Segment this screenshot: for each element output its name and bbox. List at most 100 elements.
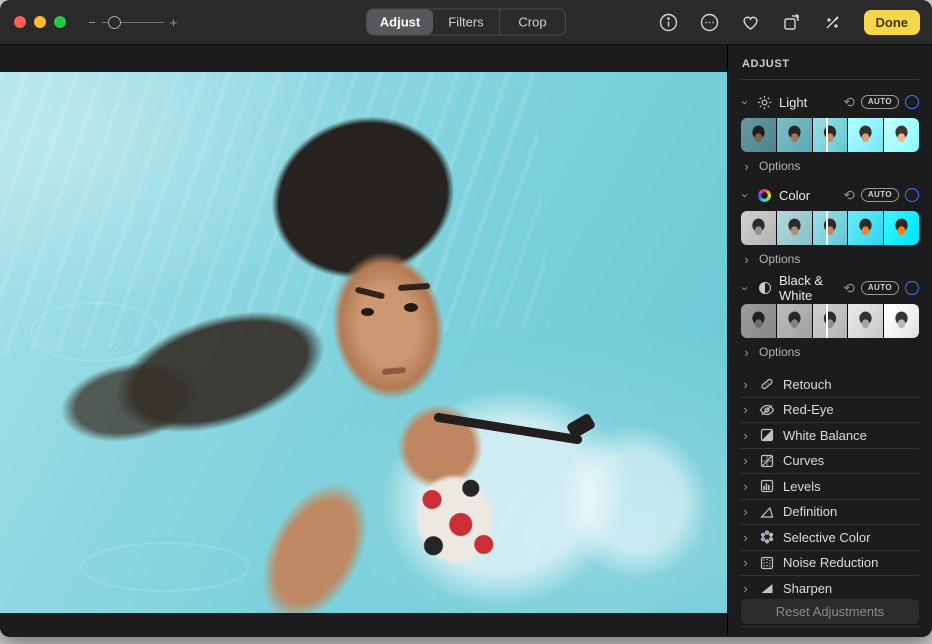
- tool-curves[interactable]: › Curves: [741, 448, 919, 474]
- selective-color-icon: [758, 529, 775, 546]
- thumbnail: [848, 211, 883, 245]
- tool-label: Curves: [783, 453, 824, 468]
- info-icon[interactable]: [659, 13, 679, 33]
- strip-indicator[interactable]: [826, 304, 828, 338]
- chevron-right-icon[interactable]: ›: [742, 346, 751, 359]
- tool-selective-color[interactable]: › Selective Color: [741, 524, 919, 550]
- section-label: Black & White: [779, 273, 837, 303]
- options-label: Options: [759, 345, 800, 359]
- titlebar: − + Adjust Filters Crop: [0, 0, 932, 45]
- zoom-slider-knob[interactable]: [108, 16, 121, 29]
- enabled-toggle[interactable]: [905, 95, 919, 109]
- close-button[interactable]: [14, 16, 26, 28]
- strip-indicator[interactable]: [826, 118, 828, 152]
- section-color-header[interactable]: › Color ⟲ AUTO: [741, 183, 919, 207]
- eye: [404, 303, 418, 312]
- section-light-header[interactable]: › Light ⟲ AUTO: [741, 90, 919, 114]
- red-eye-icon: [758, 401, 775, 418]
- auto-enhance-icon[interactable]: [823, 13, 843, 33]
- zoom-window-button[interactable]: [54, 16, 66, 28]
- chevron-right-icon: ›: [741, 378, 750, 391]
- thumbnail: [884, 211, 919, 245]
- strip-indicator[interactable]: [826, 211, 828, 245]
- section-label: Light: [779, 95, 837, 110]
- curves-icon: [758, 452, 775, 469]
- enabled-toggle[interactable]: [905, 188, 919, 202]
- photos-edit-window: − + Adjust Filters Crop: [0, 0, 932, 637]
- options-label: Options: [759, 252, 800, 266]
- tool-white-balance[interactable]: › White Balance: [741, 422, 919, 448]
- zoom-slider[interactable]: − +: [88, 16, 177, 29]
- chevron-right-icon[interactable]: ›: [742, 253, 751, 266]
- chevron-right-icon: ›: [741, 480, 750, 493]
- reset-adjustments-button[interactable]: Reset Adjustments: [741, 599, 919, 624]
- done-button[interactable]: Done: [864, 10, 921, 35]
- thumbnail: [884, 304, 919, 338]
- auto-button[interactable]: AUTO: [861, 188, 899, 202]
- tab-filters[interactable]: Filters: [433, 10, 499, 35]
- tool-label: Noise Reduction: [783, 555, 878, 570]
- auto-button[interactable]: AUTO: [861, 281, 899, 295]
- bw-options[interactable]: › Options: [742, 342, 919, 362]
- tool-list: › Retouch › Red-Eye ›: [741, 371, 919, 627]
- zoom-slider-track[interactable]: [102, 22, 164, 23]
- section-label: Color: [779, 188, 837, 203]
- zoom-out-icon[interactable]: −: [88, 16, 96, 29]
- traffic-lights: [14, 16, 66, 28]
- levels-icon: [758, 478, 775, 495]
- thumbnail: [777, 304, 812, 338]
- thumbnail: [848, 304, 883, 338]
- more-icon[interactable]: [700, 13, 720, 33]
- zoom-in-icon[interactable]: +: [170, 16, 178, 29]
- section-bw-header[interactable]: › Black & White ⟲ AUTO: [741, 276, 919, 300]
- thumbnail: [777, 118, 812, 152]
- tool-definition[interactable]: › Definition: [741, 499, 919, 525]
- divider: [741, 626, 919, 627]
- thumbnail: [741, 211, 776, 245]
- eye: [361, 308, 374, 316]
- tab-crop[interactable]: Crop: [499, 10, 565, 35]
- favorite-icon[interactable]: [741, 13, 761, 33]
- undo-icon[interactable]: ⟲: [843, 281, 855, 295]
- chevron-right-icon[interactable]: ›: [742, 160, 751, 173]
- photo-preview: [0, 72, 727, 613]
- water-ripple: [80, 542, 250, 592]
- thumbnail: [741, 118, 776, 152]
- light-options[interactable]: › Options: [742, 156, 919, 176]
- adjust-sidebar: ADJUST › Light ⟲ AUTO › Options: [727, 45, 932, 636]
- thumbnail: [848, 118, 883, 152]
- color-intensity-strip[interactable]: [741, 211, 919, 245]
- tool-sharpen[interactable]: › Sharpen: [741, 575, 919, 601]
- tool-red-eye[interactable]: › Red-Eye: [741, 397, 919, 423]
- color-options[interactable]: › Options: [742, 249, 919, 269]
- bw-intensity-strip[interactable]: [741, 304, 919, 338]
- thumbnail: [741, 304, 776, 338]
- chevron-down-icon[interactable]: ›: [739, 284, 752, 293]
- tool-label: White Balance: [783, 428, 867, 443]
- edit-canvas: [0, 45, 727, 636]
- rotate-icon[interactable]: [782, 13, 802, 33]
- tool-label: Levels: [783, 479, 821, 494]
- undo-icon[interactable]: ⟲: [843, 95, 855, 109]
- tool-label: Red-Eye: [783, 402, 834, 417]
- tab-adjust[interactable]: Adjust: [367, 10, 433, 35]
- undo-icon[interactable]: ⟲: [843, 188, 855, 202]
- chevron-right-icon: ›: [741, 531, 750, 544]
- titlebar-actions: Done: [659, 0, 921, 45]
- definition-icon: [758, 503, 775, 520]
- bandage-icon: [758, 376, 775, 393]
- tool-noise-reduction[interactable]: › Noise Reduction: [741, 550, 919, 576]
- minimize-button[interactable]: [34, 16, 46, 28]
- thumbnail: [813, 211, 848, 245]
- enabled-toggle[interactable]: [905, 281, 919, 295]
- thumbnail: [813, 118, 848, 152]
- auto-button[interactable]: AUTO: [861, 95, 899, 109]
- color-wheel-icon: [756, 187, 773, 204]
- noise-reduction-icon: [758, 554, 775, 571]
- chevron-right-icon: ›: [741, 403, 750, 416]
- chevron-down-icon[interactable]: ›: [739, 98, 752, 107]
- tool-retouch[interactable]: › Retouch: [741, 371, 919, 397]
- tool-levels[interactable]: › Levels: [741, 473, 919, 499]
- light-intensity-strip[interactable]: [741, 118, 919, 152]
- chevron-down-icon[interactable]: ›: [739, 191, 752, 200]
